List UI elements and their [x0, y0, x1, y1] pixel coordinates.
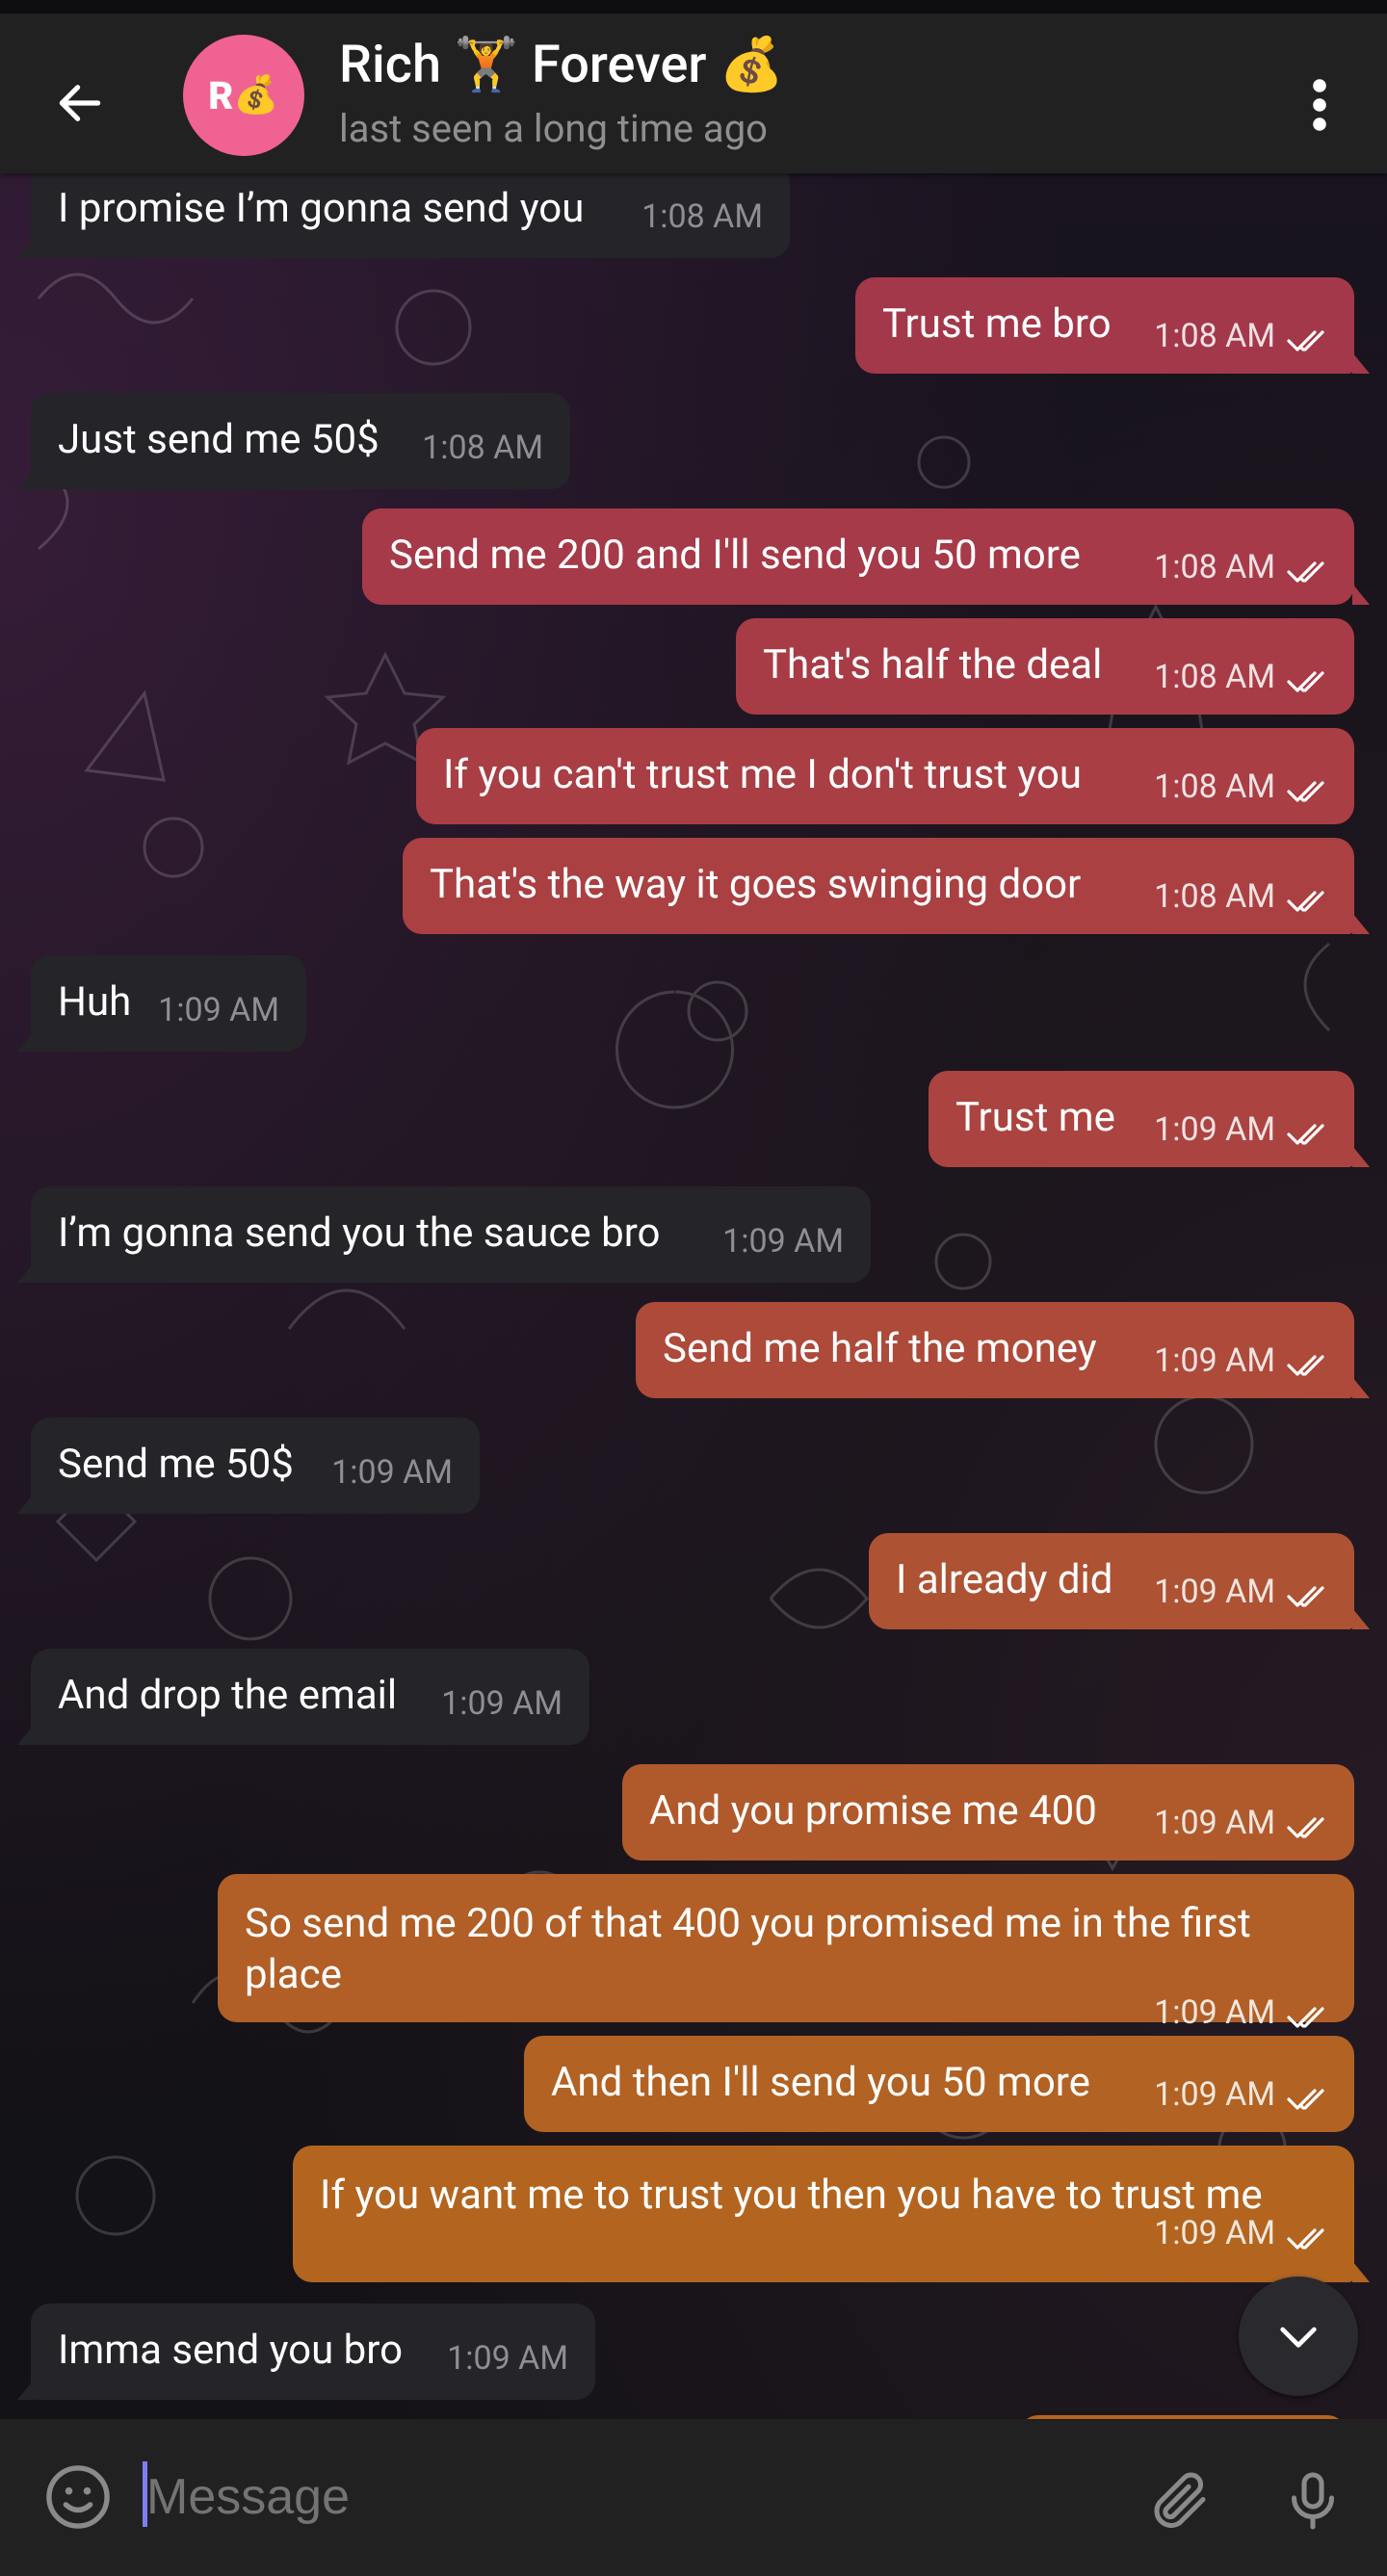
last-seen-status: last seen a long time ago: [339, 106, 768, 151]
message-text: Send me 50$: [58, 1441, 294, 1488]
message-text: Imma send you bro: [58, 2327, 404, 2374]
message-outgoing[interactable]: And you promise me 400 1:09 AM: [622, 1764, 1354, 1860]
message-outgoing[interactable]: That's half the deal 1:08 AM: [736, 618, 1354, 715]
message-text: And then I'll send you 50 more: [551, 2059, 1090, 2106]
status-bar: [0, 0, 1387, 13]
message-outgoing[interactable]: Send me half the money 1:09 AM: [636, 1302, 1370, 1398]
message-incoming[interactable]: Huh 1:09 AM: [17, 955, 306, 1052]
message-time: 1:09 AM: [1154, 1992, 1275, 2032]
double-check-icon: [1287, 330, 1324, 351]
double-check-icon: [1287, 1124, 1324, 1145]
message-meta: 1:09 AM: [293, 2214, 1354, 2272]
message-incoming[interactable]: Imma send you bro 1:09 AM: [17, 2303, 595, 2400]
back-button[interactable]: [39, 62, 121, 144]
message-time: 1:09 AM: [441, 1683, 563, 1723]
message-outgoing[interactable]: I already did 1:09 AM: [869, 1533, 1370, 1629]
message-text: And you promise me 400: [649, 1787, 1097, 1834]
chat-header: R 💰 Rich 🏋️ Forever 💰 last seen a long ti…: [0, 13, 1387, 173]
message-time: 1:09 AM: [331, 1452, 453, 1492]
message-text: That's the way it goes swinging door: [430, 861, 1082, 908]
message-incoming[interactable]: And drop the email 1:09 AM: [17, 1649, 589, 1745]
microphone-icon: [1291, 2472, 1335, 2530]
message-text: I promise I’m gonna send you: [58, 185, 585, 232]
message-time: 1:09 AM: [722, 1221, 844, 1261]
message-time: 1:09 AM: [158, 990, 279, 1029]
double-check-icon: [1287, 2227, 1324, 2250]
message-text: If you want me to trust you then you hav…: [320, 2172, 1263, 2219]
message-incoming[interactable]: Send me 50$ 1:09 AM: [17, 1418, 480, 1514]
smiley-icon: [46, 2465, 110, 2529]
chevron-down-icon: [1280, 2327, 1317, 2348]
message-time: 1:08 AM: [1154, 316, 1275, 355]
message-composer: [0, 2419, 1387, 2576]
message-time: 1:09 AM: [1154, 1803, 1275, 1842]
message-outgoing[interactable]: So send me 200 of that 400 you promised …: [218, 1874, 1354, 2032]
message-outgoing[interactable]: That's the way it goes swinging door 1:0…: [403, 838, 1370, 934]
double-check-icon: [1287, 2089, 1324, 2110]
message-text: Trust me: [955, 1094, 1115, 1141]
double-check-icon: [1287, 781, 1324, 802]
message-time: 1:08 AM: [1154, 547, 1275, 586]
double-check-icon: [1287, 2007, 1324, 2028]
message-time: 1:08 AM: [1154, 657, 1275, 696]
double-check-icon: [1287, 1817, 1324, 1838]
message-outgoing[interactable]: If you want me to trust you then you hav…: [293, 2146, 1370, 2282]
double-check-icon: [1287, 671, 1324, 692]
message-time: 1:08 AM: [422, 428, 543, 467]
chat-title[interactable]: Rich 🏋️ Forever 💰: [339, 35, 784, 95]
avatar-initial: R: [208, 72, 234, 118]
message-text: Huh: [58, 978, 132, 1026]
message-text: I’m gonna send you the sauce bro: [58, 1210, 661, 1257]
message-outgoing[interactable]: Send me 200 and I'll send you 50 more 1:…: [362, 508, 1370, 605]
more-vertical-icon: [1313, 79, 1326, 131]
message-text: Send me 200 and I'll send you 50 more: [389, 532, 1081, 579]
message-time: 1:09 AM: [1154, 1340, 1275, 1380]
message-text: Send me half the money: [663, 1325, 1097, 1372]
message-time: 1:09 AM: [1154, 1572, 1275, 1611]
message-time: 1:08 AM: [641, 196, 763, 236]
message-outgoing[interactable]: And then I'll send you 50 more 1:09 AM: [524, 2036, 1354, 2132]
double-check-icon: [1287, 561, 1324, 583]
message-outgoing[interactable]: Trust me bro 1:08 AM: [855, 277, 1370, 374]
double-check-icon: [1287, 1355, 1324, 1376]
message-text: So send me 200 of that 400 you promised …: [245, 1900, 1251, 1998]
message-incoming[interactable]: I’m gonna send you the sauce bro 1:09 AM: [17, 1186, 871, 1283]
message-text: Trust me bro: [882, 300, 1112, 348]
message-time: 1:08 AM: [1154, 767, 1275, 806]
emoji-button[interactable]: [37, 2456, 119, 2538]
message-text: I already did: [896, 1556, 1113, 1603]
message-outgoing[interactable]: If you can't trust me I don't trust you …: [416, 728, 1354, 824]
message-incoming[interactable]: I promise I’m gonna send you 1:08 AM: [17, 162, 790, 258]
double-check-icon: [1287, 1586, 1324, 1607]
message-input[interactable]: [144, 2448, 1112, 2546]
message-time: 1:08 AM: [1154, 876, 1275, 916]
avatar-emoji: 💰: [233, 74, 279, 117]
message-text: If you can't trust me I don't trust you: [443, 751, 1083, 798]
message-time: 1:09 AM: [1154, 1109, 1275, 1149]
attach-button[interactable]: [1137, 2458, 1223, 2544]
message-time: 1:09 AM: [1154, 2214, 1275, 2252]
voice-message-button[interactable]: [1269, 2458, 1356, 2544]
double-check-icon: [1287, 891, 1324, 912]
message-time: 1:09 AM: [447, 2338, 568, 2378]
arrow-left-icon: [59, 85, 101, 121]
avatar[interactable]: R 💰: [183, 35, 304, 156]
scroll-to-bottom-button[interactable]: [1239, 2277, 1358, 2396]
message-incoming[interactable]: Just send me 50$ 1:08 AM: [17, 393, 570, 489]
message-text: That's half the deal: [763, 641, 1103, 689]
more-menu-button[interactable]: [1291, 66, 1348, 143]
paperclip-icon: [1154, 2472, 1206, 2529]
message-text: Just send me 50$: [58, 416, 379, 463]
message-text: And drop the email: [58, 1672, 398, 1719]
message-time: 1:09 AM: [1154, 2074, 1275, 2114]
message-outgoing[interactable]: Trust me 1:09 AM: [929, 1071, 1370, 1167]
